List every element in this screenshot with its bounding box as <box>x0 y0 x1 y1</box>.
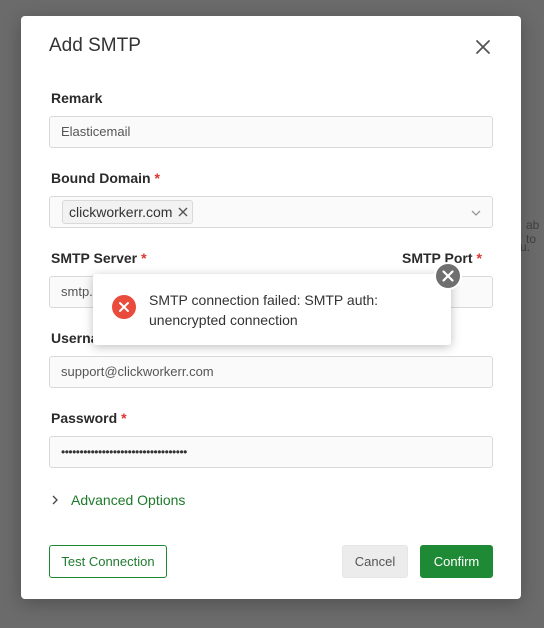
required-marker: * <box>121 410 127 426</box>
password-input[interactable]: •••••••••••••••••••••••••••••••••• <box>49 436 493 468</box>
bound-domain-select[interactable]: clickworkerr.com <box>49 196 493 228</box>
domain-tag: clickworkerr.com <box>62 200 194 224</box>
chevron-right-icon <box>52 495 58 505</box>
close-icon[interactable] <box>434 262 462 290</box>
background-text-fragment: u. <box>520 240 531 254</box>
required-marker: * <box>141 250 147 266</box>
remark-input[interactable]: Elasticemail <box>49 116 493 148</box>
close-icon[interactable] <box>473 37 493 57</box>
cancel-button[interactable]: Cancel <box>342 545 408 578</box>
username-input[interactable]: support@clickworkerr.com <box>49 356 493 388</box>
test-connection-button[interactable]: Test Connection <box>49 545 167 578</box>
confirm-button[interactable]: Confirm <box>420 545 493 578</box>
remark-label: Remark <box>51 90 103 106</box>
chevron-down-icon <box>471 210 481 216</box>
dialog-title: Add SMTP <box>49 35 141 56</box>
smtp-server-label: SMTP Server * <box>51 250 147 266</box>
required-marker: * <box>476 250 482 266</box>
advanced-options-label: Advanced Options <box>71 492 186 508</box>
error-toast: SMTP connection failed: SMTP auth: unenc… <box>93 262 462 345</box>
username-label: Userna <box>51 330 99 346</box>
error-icon <box>112 295 136 319</box>
remove-tag-icon[interactable] <box>178 207 188 217</box>
advanced-options-toggle[interactable]: Advanced Options <box>51 492 185 508</box>
toast-message: SMTP connection failed: SMTP auth: unenc… <box>149 292 379 328</box>
password-label: Password * <box>51 410 127 426</box>
required-marker: * <box>154 170 160 186</box>
bound-domain-label: Bound Domain * <box>51 170 160 186</box>
domain-tag-label: clickworkerr.com <box>69 204 173 220</box>
